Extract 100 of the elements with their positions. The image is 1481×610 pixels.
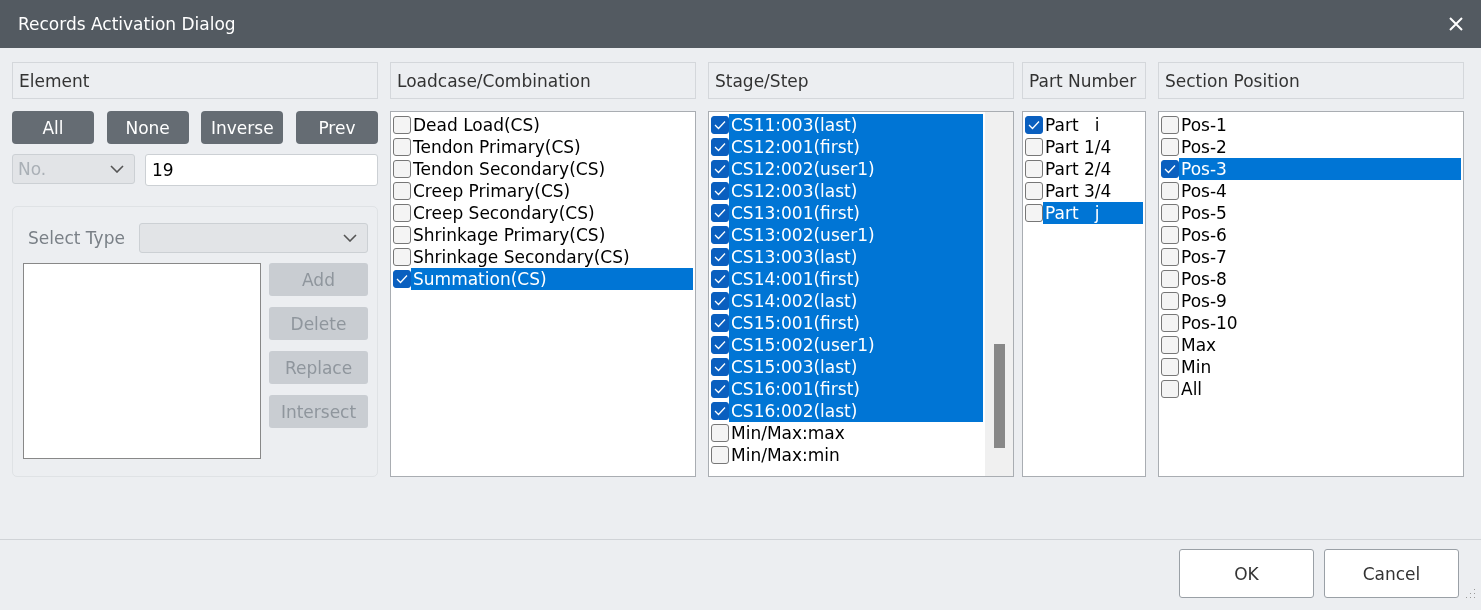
list-item[interactable]: Creep Secondary(CS) xyxy=(411,202,693,224)
checkbox[interactable] xyxy=(711,314,729,332)
checkmark-icon xyxy=(714,362,726,372)
list-item[interactable]: Part j xyxy=(1043,202,1143,224)
checkbox[interactable] xyxy=(711,138,729,156)
select-button[interactable]: Inverse xyxy=(201,111,284,144)
checkbox[interactable] xyxy=(1161,270,1179,288)
list-item[interactable]: CS12:003(last) xyxy=(729,180,983,202)
checkbox[interactable] xyxy=(1161,380,1179,398)
checkbox[interactable] xyxy=(711,402,729,420)
select-button[interactable]: None xyxy=(106,111,189,144)
select-button[interactable]: All xyxy=(12,111,94,144)
list-item[interactable]: Part 1/4 xyxy=(1043,136,1143,158)
checkbox[interactable] xyxy=(393,160,411,178)
checkbox[interactable] xyxy=(711,248,729,266)
list-item[interactable]: Pos-2 xyxy=(1179,136,1461,158)
checkbox[interactable] xyxy=(1161,138,1179,156)
checkbox[interactable] xyxy=(1161,314,1179,332)
checkbox[interactable] xyxy=(711,380,729,398)
checkbox[interactable] xyxy=(1161,160,1179,178)
list-item[interactable]: All xyxy=(1179,378,1461,400)
list-item[interactable]: CS12:002(user1) xyxy=(729,158,983,180)
list-item[interactable]: Shrinkage Primary(CS) xyxy=(411,224,693,246)
list-item[interactable]: Shrinkage Secondary(CS) xyxy=(411,246,693,268)
list-item[interactable]: Min/Max:min xyxy=(729,444,983,466)
list-item[interactable]: Summation(CS) xyxy=(411,268,693,290)
list-item[interactable]: Part 3/4 xyxy=(1043,180,1143,202)
checkbox[interactable] xyxy=(1025,116,1043,134)
checkbox[interactable] xyxy=(711,160,729,178)
checkbox[interactable] xyxy=(1161,204,1179,222)
checkbox[interactable] xyxy=(393,138,411,156)
select-button[interactable]: Prev xyxy=(295,111,378,144)
checkmark-icon xyxy=(714,164,726,174)
list-item[interactable]: CS12:001(first) xyxy=(729,136,983,158)
list-item[interactable]: CS13:003(last) xyxy=(729,246,983,268)
column-header: Section Position xyxy=(1158,62,1464,99)
checkbox[interactable] xyxy=(1161,226,1179,244)
list-item[interactable]: Pos-1 xyxy=(1179,114,1461,136)
checkmark-icon xyxy=(714,274,726,284)
list-item[interactable]: Tendon Secondary(CS) xyxy=(411,158,693,180)
list-item[interactable]: Min xyxy=(1179,356,1461,378)
checkbox[interactable] xyxy=(711,226,729,244)
list-item[interactable]: Pos-4 xyxy=(1179,180,1461,202)
checkbox[interactable] xyxy=(393,182,411,200)
list-item[interactable]: Pos-3 xyxy=(1179,158,1461,180)
list-item[interactable]: Dead Load(CS) xyxy=(411,114,693,136)
checkbox[interactable] xyxy=(1161,336,1179,354)
checkbox[interactable] xyxy=(1025,160,1043,178)
checkbox[interactable] xyxy=(1161,182,1179,200)
checkbox[interactable] xyxy=(1025,138,1043,156)
checkbox[interactable] xyxy=(711,182,729,200)
checkbox[interactable] xyxy=(1025,182,1043,200)
list-item[interactable]: Pos-8 xyxy=(1179,268,1461,290)
list-item[interactable]: CS14:001(first) xyxy=(729,268,983,290)
list-item[interactable]: Creep Primary(CS) xyxy=(411,180,693,202)
id-input-field[interactable]: 19 xyxy=(145,154,378,186)
list-item[interactable]: CS16:002(last) xyxy=(729,400,983,422)
column-header: Element xyxy=(12,62,378,99)
chevron-down-icon xyxy=(110,165,124,173)
list-item[interactable]: CS13:002(user1) xyxy=(729,224,983,246)
scrollbar-track[interactable] xyxy=(985,112,1013,476)
list-item[interactable]: Min/Max:max xyxy=(729,422,983,444)
list-item[interactable]: Part 2/4 xyxy=(1043,158,1143,180)
list-item[interactable]: Tendon Primary(CS) xyxy=(411,136,693,158)
checkbox[interactable] xyxy=(711,292,729,310)
checkbox[interactable] xyxy=(393,270,411,288)
list-item[interactable]: Pos-5 xyxy=(1179,202,1461,224)
checkbox[interactable] xyxy=(393,248,411,266)
list-item[interactable]: Pos-7 xyxy=(1179,246,1461,268)
checkbox[interactable] xyxy=(711,270,729,288)
list-item[interactable]: Max xyxy=(1179,334,1461,356)
dialog-button[interactable]: OK xyxy=(1179,549,1314,598)
checkbox[interactable] xyxy=(393,204,411,222)
checkbox[interactable] xyxy=(1161,248,1179,266)
list-item[interactable]: CS15:003(last) xyxy=(729,356,983,378)
dialog-button[interactable]: Cancel xyxy=(1324,549,1459,598)
list-item[interactable]: CS11:003(last) xyxy=(729,114,983,136)
list-item[interactable]: Pos-9 xyxy=(1179,290,1461,312)
list-item[interactable]: CS15:002(user1) xyxy=(729,334,983,356)
checkmark-icon xyxy=(714,406,726,416)
checkbox[interactable] xyxy=(711,204,729,222)
list-item[interactable]: CS16:001(first) xyxy=(729,378,983,400)
checkbox[interactable] xyxy=(711,446,729,464)
checkbox[interactable] xyxy=(393,116,411,134)
checkbox[interactable] xyxy=(711,116,729,134)
list-item[interactable]: CS14:002(last) xyxy=(729,290,983,312)
scrollbar-thumb[interactable] xyxy=(993,344,1005,448)
checkbox[interactable] xyxy=(711,358,729,376)
checkbox[interactable] xyxy=(393,226,411,244)
list-item[interactable]: Pos-10 xyxy=(1179,312,1461,334)
list-item[interactable]: CS15:001(first) xyxy=(729,312,983,334)
checkbox[interactable] xyxy=(711,424,729,442)
list-item[interactable]: CS13:001(first) xyxy=(729,202,983,224)
list-item[interactable]: Pos-6 xyxy=(1179,224,1461,246)
checkbox[interactable] xyxy=(1161,358,1179,376)
checkbox[interactable] xyxy=(1161,292,1179,310)
checkbox[interactable] xyxy=(1161,116,1179,134)
list-item[interactable]: Part i xyxy=(1043,114,1143,136)
checkbox[interactable] xyxy=(711,336,729,354)
checkbox[interactable] xyxy=(1025,204,1043,222)
